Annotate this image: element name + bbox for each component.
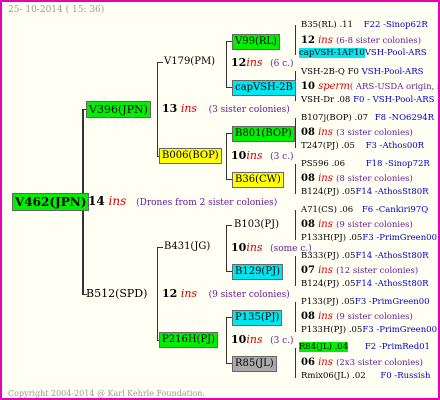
g4-c1-drone-info: 08 ins (9 sister colonies)	[301, 219, 413, 230]
g2-d-drone-info: 10ins (3 c.)	[231, 333, 294, 346]
g4-d2-bot[interactable]: Rmix06(JL) .02 F0 -Russish	[301, 372, 430, 381]
g4-b1-bot[interactable]: T247(PJ) .05 F3 -Athos00R	[301, 142, 424, 151]
queen-g3-b2[interactable]: B36(CW)	[232, 172, 284, 188]
queen-g3-c1[interactable]: B103(PJ)	[234, 220, 279, 230]
copyright: Copyright 2004-2014 @ Karl Kehrle Founda…	[8, 389, 205, 398]
connector	[295, 118, 296, 148]
g4-b1-drone-info: 08 ins (3 sister colonies)	[301, 127, 413, 138]
g4-a2-bot[interactable]: VSH-Dr .08 F0 - VSH-Pool-ARS	[301, 96, 434, 105]
g4-a2-top[interactable]: VSH-2B-Q F0 VSH-Pool-ARS	[301, 68, 423, 77]
queen-g3-c2[interactable]: B129(PJ)	[232, 264, 283, 280]
g2-c-drone-info: 10ins (some c.)	[231, 241, 312, 254]
queen-root[interactable]: V462(JPN)	[12, 193, 90, 211]
queen-g3-a1[interactable]: V99(RL)	[232, 34, 280, 50]
g4-c1-bot[interactable]: P133H(PJ) .05F3 -PrimGreen00	[301, 234, 437, 243]
g4-b2-drone-info: 08 ins (8 sister colonies)	[301, 173, 413, 184]
g4-c1-top[interactable]: A71(CS) .06 F6 -Cankiri97Q	[301, 206, 428, 215]
g2-a-drone-info: 12ins (6 c.)	[231, 56, 294, 69]
queen-g2-b[interactable]: B006(BOP)	[159, 148, 222, 164]
queen-sire[interactable]: B512(SPD)	[86, 288, 147, 299]
queen-g3-d2[interactable]: R85(JL)	[232, 356, 277, 372]
g4-d2-top[interactable]: R84(JL) .04 F2 -PrimRed01	[299, 342, 430, 352]
connector	[226, 317, 227, 363]
queen-g3-b1[interactable]: B801(BOP)	[232, 126, 295, 142]
queen-dam[interactable]: V396(JPN)	[86, 101, 151, 118]
g4-d1-bot[interactable]: P133H(PJ) .05F3 -PrimGreen00	[301, 326, 437, 335]
queen-g2-d[interactable]: P216H(PJ)	[159, 332, 219, 348]
g4-b2-top[interactable]: PS596 .06 F18 -Sinop72R	[301, 160, 430, 169]
connector	[157, 62, 158, 156]
connector	[226, 133, 227, 179]
connector	[295, 348, 296, 378]
g4-a1-bot[interactable]: capVSH-1AF10VSH-Pool-ARS	[299, 48, 427, 58]
connector	[157, 62, 163, 63]
connector	[157, 247, 163, 248]
queen-g2-a[interactable]: V179(PM)	[164, 57, 215, 67]
connector	[295, 302, 296, 332]
connector	[226, 225, 227, 271]
connector	[226, 225, 232, 226]
queen-g3-d1[interactable]: P135(PJ)	[232, 310, 283, 326]
pedigree-frame: { "header": "25- 10-2014 ( 15: 36)", "fo…	[0, 0, 440, 400]
connector	[295, 164, 296, 194]
g4-c2-drone-info: 07 ins (12 sister colonies)	[301, 265, 419, 276]
dam-drone-info: 13 ins (3 sister colonies)	[162, 102, 290, 115]
connector	[295, 256, 296, 286]
sire-drone-info: 12 ins (9 sister colonies)	[162, 287, 290, 300]
g4-d1-top[interactable]: P133(PJ) .05F3 -PrimGreen00	[301, 298, 430, 307]
g4-a2-drone-info: 10 sperm( ARS-USDA origin, sister	[301, 81, 438, 92]
g4-d2-drone-info: 06 ins (2x3 sister colonies)	[301, 357, 423, 368]
root-drone-info: 14 ins (Drones from 2 sister colonies)	[88, 194, 278, 208]
connector	[226, 41, 227, 87]
g4-b2-bot[interactable]: B124(PJ) .05F14 -AthosSt80R	[301, 188, 429, 197]
queen-g3-a2[interactable]: capVSH-2B	[232, 80, 296, 96]
g4-b1-top[interactable]: B107j(BOP) .07 F8 -NO6294R	[301, 114, 434, 123]
g4-d1-drone-info: 08 ins (9 sister colonies)	[301, 311, 413, 322]
connector	[157, 247, 158, 340]
connector	[295, 210, 296, 240]
timestamp: 25- 10-2014 ( 15: 36)	[8, 5, 105, 15]
g4-a1-top[interactable]: B35(RL) .11 F22 -Sinop62R	[301, 21, 428, 30]
queen-g2-c[interactable]: B431(JG)	[164, 242, 210, 252]
connector	[295, 25, 296, 55]
g4-c2-top[interactable]: B333(PJ) .05F14 -AthosSt80R	[301, 252, 429, 261]
g2-b-drone-info: 10ins (3 c.)	[231, 149, 294, 162]
g4-c2-bot[interactable]: B124(PJ) .05F14 -AthosSt80R	[301, 280, 429, 289]
g4-a1-drone-info: 12 ins (6-8 sister colonies)	[301, 35, 422, 46]
